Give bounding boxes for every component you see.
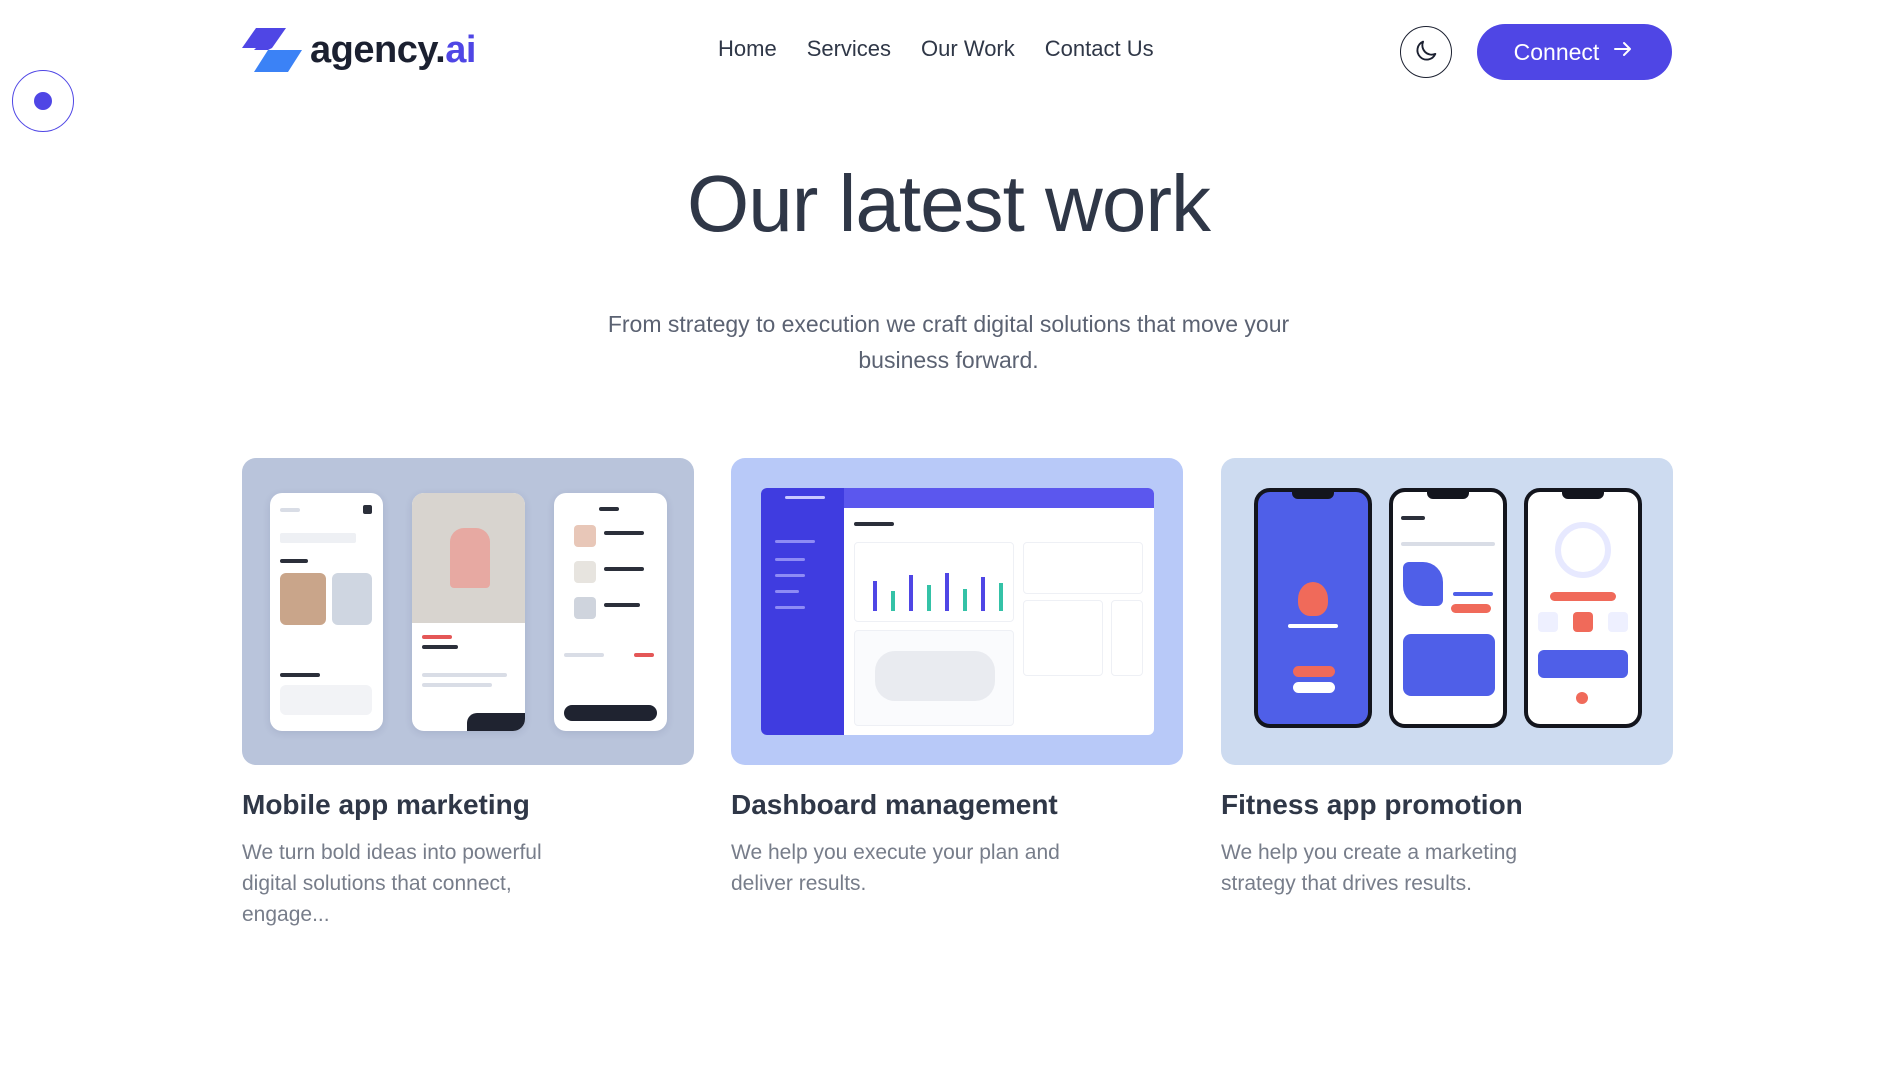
work-card-description: We help you create a marketing strategy … bbox=[1221, 841, 1518, 895]
page-subtitle: From strategy to execution we craft digi… bbox=[607, 311, 1290, 373]
nav-contact-us[interactable]: Contact Us bbox=[1045, 36, 1154, 62]
work-card-description: We help you execute your plan and delive… bbox=[731, 841, 1060, 895]
mockup-phone bbox=[1389, 488, 1507, 728]
work-card-title[interactable]: Mobile app marketing bbox=[242, 789, 694, 821]
connect-label: Connect bbox=[1513, 38, 1600, 65]
work-card-image[interactable] bbox=[242, 458, 694, 765]
theme-toggle-button[interactable] bbox=[1400, 26, 1452, 78]
nav-our-work[interactable]: Our Work bbox=[921, 36, 1015, 62]
work-card-title[interactable]: Fitness app promotion bbox=[1221, 789, 1673, 821]
arrow-right-icon bbox=[1611, 37, 1635, 67]
work-card-fitness[interactable]: Fitness app promotion We help you create… bbox=[1221, 458, 1673, 899]
work-card-mobile-app[interactable]: Mobile app marketing We turn bold ideas … bbox=[242, 458, 694, 930]
work-card-title[interactable]: Dashboard management bbox=[731, 789, 1183, 821]
mockup-phone bbox=[554, 493, 667, 731]
mockup-phone bbox=[1524, 488, 1642, 728]
logo[interactable]: agency.ai bbox=[242, 28, 476, 72]
logo-text: agency.ai bbox=[310, 29, 476, 72]
nav-services[interactable]: Services bbox=[807, 36, 891, 62]
page-title: Our latest work bbox=[687, 159, 1211, 248]
mockup-phone bbox=[1254, 488, 1372, 728]
moon-icon bbox=[1412, 37, 1440, 68]
logo-tld: ai bbox=[445, 28, 476, 71]
mockup-dashboard bbox=[761, 488, 1154, 735]
work-card-image[interactable] bbox=[1221, 458, 1673, 765]
nav-home[interactable]: Home bbox=[718, 36, 777, 62]
main-nav: Home Services Our Work Contact Us bbox=[718, 36, 1154, 62]
mockup-phone bbox=[412, 493, 525, 731]
connect-button[interactable]: Connect bbox=[1477, 24, 1672, 80]
work-card-image[interactable] bbox=[731, 458, 1183, 765]
work-card-dashboard[interactable]: Dashboard management We help you execute… bbox=[731, 458, 1183, 899]
logo-mark-icon bbox=[242, 28, 302, 72]
logo-name: agency. bbox=[310, 28, 446, 71]
site-header: agency.ai Home Services Our Work Contact… bbox=[0, 0, 1897, 104]
work-card-description: We turn bold ideas into powerful digital… bbox=[242, 841, 542, 926]
mockup-phone bbox=[270, 493, 383, 731]
